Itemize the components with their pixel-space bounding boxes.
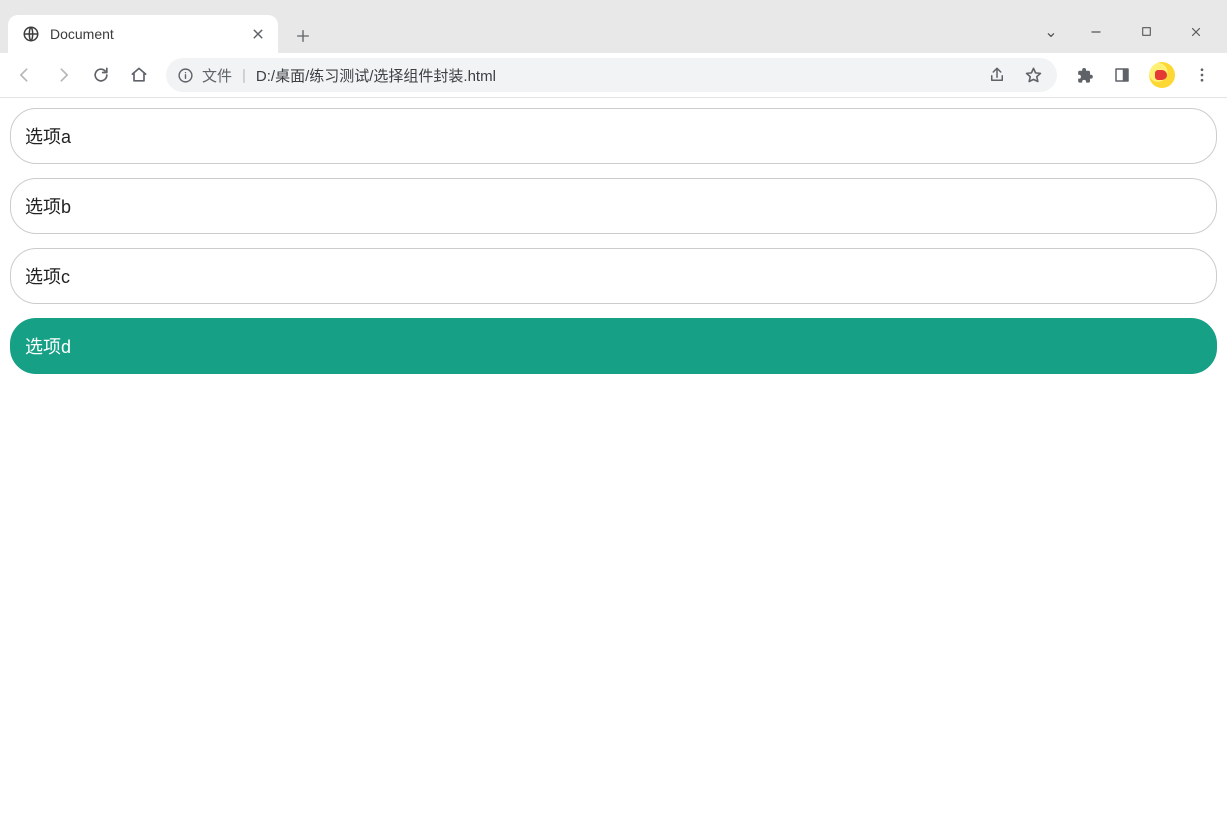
- option-label: 选项d: [25, 337, 71, 357]
- option-label: 选项b: [25, 197, 71, 217]
- globe-icon: [22, 25, 40, 43]
- forward-button[interactable]: [46, 58, 80, 92]
- browser-toolbar: 文件 | D:/桌面/练习测试/选择组件封装.html: [0, 53, 1227, 98]
- address-bar[interactable]: 文件 | D:/桌面/练习测试/选择组件封装.html: [166, 58, 1057, 92]
- url-path: D:/桌面/练习测试/选择组件封装.html: [256, 65, 975, 86]
- option-label: 选项a: [25, 127, 71, 147]
- reload-button[interactable]: [84, 58, 118, 92]
- window-dropdown-button[interactable]: ⌄: [1031, 15, 1071, 49]
- option-d[interactable]: 选项d: [10, 318, 1217, 374]
- window-maximize-button[interactable]: [1121, 15, 1171, 49]
- window-controls: ⌄: [1031, 10, 1227, 53]
- options-list: 选项a 选项b 选项c 选项d: [10, 108, 1217, 374]
- url-scheme-label: 文件: [202, 65, 232, 86]
- tab-close-button[interactable]: [250, 26, 266, 42]
- chevron-down-icon: ⌄: [1044, 22, 1057, 42]
- window-close-button[interactable]: [1171, 15, 1221, 49]
- window-titlebar: [0, 0, 1227, 10]
- new-tab-button[interactable]: [286, 19, 320, 53]
- url-divider: |: [240, 67, 248, 84]
- browser-tab-strip: Document ⌄: [0, 10, 1227, 53]
- browser-tab-active[interactable]: Document: [8, 15, 278, 53]
- home-button[interactable]: [122, 58, 156, 92]
- tab-title: Document: [50, 26, 240, 42]
- window-minimize-button[interactable]: [1071, 15, 1121, 49]
- option-label: 选项c: [25, 267, 70, 287]
- share-button[interactable]: [983, 61, 1011, 89]
- page-content: 选项a 选项b 选项c 选项d: [0, 98, 1227, 398]
- option-c[interactable]: 选项c: [10, 248, 1217, 304]
- option-a[interactable]: 选项a: [10, 108, 1217, 164]
- site-info-icon[interactable]: [176, 66, 194, 84]
- side-panel-button[interactable]: [1105, 58, 1139, 92]
- bookmark-button[interactable]: [1019, 61, 1047, 89]
- profile-avatar[interactable]: [1149, 62, 1175, 88]
- chrome-menu-button[interactable]: [1185, 58, 1219, 92]
- option-b[interactable]: 选项b: [10, 178, 1217, 234]
- back-button[interactable]: [8, 58, 42, 92]
- extensions-button[interactable]: [1067, 58, 1101, 92]
